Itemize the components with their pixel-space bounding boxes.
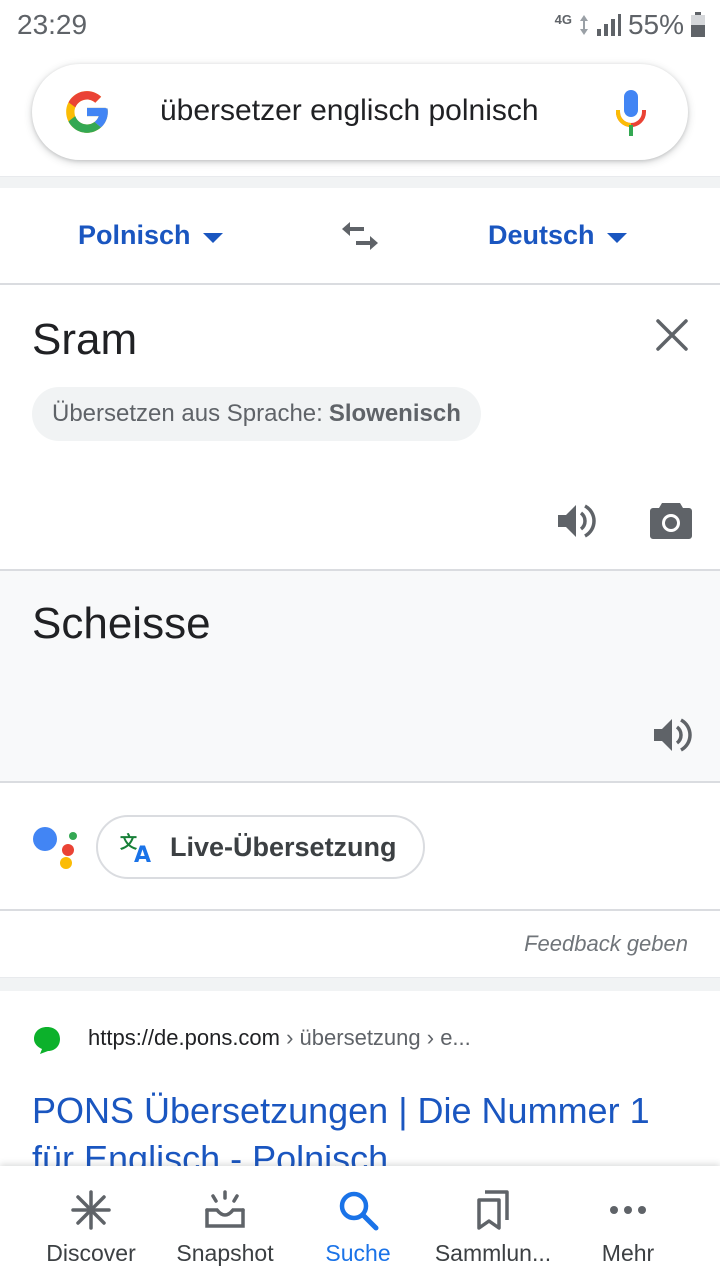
nav-label: Suche	[325, 1240, 391, 1266]
source-language-label: Polnisch	[78, 220, 191, 250]
result-domain: https://de.pons.com	[88, 1025, 280, 1050]
feedback-row: Feedback geben	[0, 911, 720, 977]
section-divider	[0, 977, 720, 991]
bookmarks-icon	[477, 1190, 509, 1230]
more-dots-icon	[610, 1206, 646, 1214]
live-translate-button[interactable]: 文 A Live-Übersetzung	[96, 815, 425, 879]
translation-output: Scheisse	[32, 599, 211, 648]
status-time: 23:29	[17, 9, 88, 40]
result-breadcrumbs: › übersetzung › e...	[280, 1025, 471, 1050]
live-translate-label: Live-Übersetzung	[170, 831, 397, 862]
translate-icon: 文 A	[120, 832, 151, 864]
status-bar: 23:29 4G 55%	[0, 0, 720, 50]
camera-icon[interactable]	[648, 499, 694, 541]
search-query: übersetzer englisch polnisch	[160, 94, 539, 127]
favicon-icon	[34, 1027, 60, 1054]
speaker-icon[interactable]	[554, 499, 598, 543]
battery-percent: 55%	[627, 9, 684, 40]
search-icon	[339, 1191, 379, 1231]
nav-label: Mehr	[601, 1240, 655, 1266]
nav-label: Discover	[46, 1240, 136, 1266]
asterisk-icon	[71, 1190, 111, 1230]
nav-snapshot[interactable]: Snapshot	[170, 1166, 280, 1280]
nav-discover[interactable]: Discover	[40, 1166, 142, 1280]
close-icon[interactable]	[654, 317, 690, 353]
nav-search[interactable]: Suche	[318, 1166, 398, 1280]
nav-more[interactable]: Mehr	[590, 1166, 666, 1280]
language-selector-row: Polnisch Deutsch	[0, 188, 720, 285]
translation-output-panel: Scheisse	[0, 569, 720, 783]
status-indicators: 4G 55%	[555, 9, 706, 41]
google-logo-icon	[66, 91, 108, 133]
search-result: https://de.pons.com › übersetzung › e...…	[0, 991, 720, 1171]
source-language-select[interactable]: Polnisch	[78, 220, 223, 251]
search-box[interactable]: übersetzer englisch polnisch	[32, 64, 688, 160]
target-language-select[interactable]: Deutsch	[488, 220, 627, 251]
detect-prefix: Übersetzen aus Sprache:	[52, 400, 323, 427]
nav-collections[interactable]: Sammlun...	[430, 1166, 556, 1280]
bottom-navigation: Discover Snapshot Suche Sammlun... Mehr	[0, 1166, 720, 1280]
assistant-row: 文 A Live-Übersetzung	[0, 783, 720, 911]
detected-language: Slowenisch	[328, 400, 461, 427]
speaker-icon[interactable]	[650, 713, 694, 757]
source-text-panel: Sram Übersetzen aus Sprache: Slowenisch	[0, 287, 720, 569]
nav-label: Sammlun...	[434, 1240, 552, 1266]
source-text-input[interactable]: Sram	[32, 315, 137, 365]
result-url[interactable]: https://de.pons.com › übersetzung › e...	[88, 1025, 471, 1051]
signal-icon	[596, 14, 621, 36]
snapshot-icon	[205, 1190, 245, 1228]
data-arrows-icon	[579, 15, 588, 35]
target-language-label: Deutsch	[488, 220, 595, 250]
network-type: 4G	[554, 11, 572, 27]
feedback-link[interactable]: Feedback geben	[524, 931, 688, 957]
google-assistant-icon	[33, 827, 77, 869]
battery-icon	[691, 12, 705, 37]
search-header: übersetzer englisch polnisch	[0, 50, 720, 178]
microphone-icon[interactable]	[614, 88, 648, 138]
section-divider	[0, 176, 720, 188]
swap-languages-icon[interactable]	[338, 218, 382, 254]
caret-down-icon	[202, 232, 223, 243]
nav-label: Snapshot	[176, 1240, 274, 1266]
svg-text:A: A	[134, 843, 151, 864]
detected-language-chip[interactable]: Übersetzen aus Sprache: Slowenisch	[32, 387, 481, 441]
result-title-link[interactable]: PONS Übersetzungen | Die Nummer 1 für En…	[32, 1087, 692, 1171]
caret-down-icon	[606, 232, 627, 243]
